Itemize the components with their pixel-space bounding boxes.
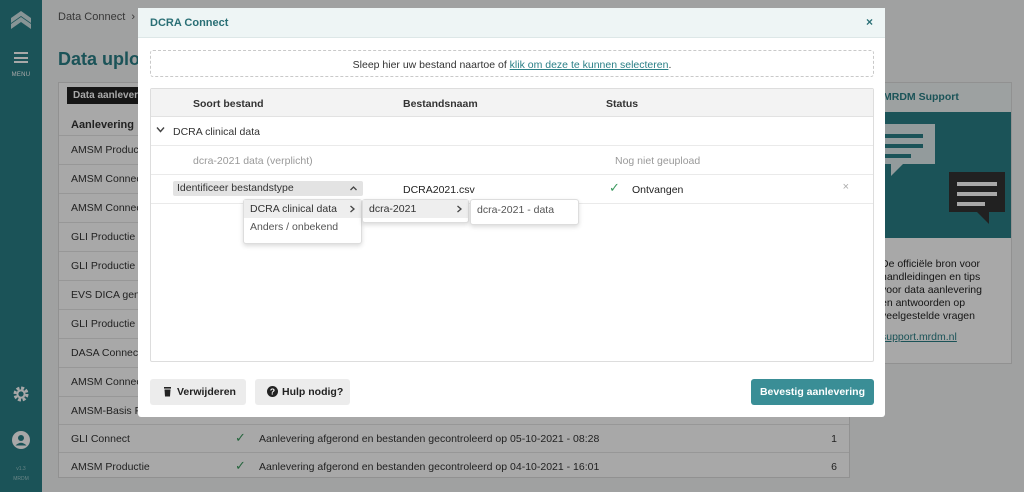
column-header-name: Bestandsnaam [403,98,478,110]
group-label: DCRA clinical data [173,126,260,138]
dropzone-text-end: . [668,59,672,71]
file-name: DCRA2021.csv [403,184,475,196]
question-icon: ? [267,386,278,397]
file-type-menu-level2: dcra-2021 [362,199,469,223]
remove-file-icon[interactable]: × [843,181,849,193]
group-row[interactable]: DCRA clinical data [151,117,873,146]
file-type-menu-level1: DCRA clinical data Anders / onbekend [243,199,362,244]
required-file-row: dcra-2021 data (verplicht) Nog niet geup… [151,146,873,175]
help-button[interactable]: ? Hulp nodig? [255,379,350,405]
column-header-status: Status [606,98,639,110]
dropzone-text: Sleep hier uw bestand naartoe of [352,59,510,71]
menu-item-dcra-2021[interactable]: dcra-2021 [363,200,468,218]
file-type-menu-level3: dcra-2021 - data [470,199,579,225]
upload-dialog: DCRA Connect × Sleep hier uw bestand naa… [138,8,885,417]
delete-button[interactable]: Verwijderen [150,379,246,405]
dialog-title: DCRA Connect [150,17,229,29]
close-icon[interactable]: × [866,15,873,29]
menu-item-label: dcra-2021 - data [477,204,555,216]
confirm-delivery-button[interactable]: Bevestig aanlevering [751,379,874,405]
menu-item-label: DCRA clinical data [250,203,337,215]
file-status: Ontvangen [632,184,684,196]
chevron-right-icon [350,205,355,213]
file-type-select-label: Identificeer bestandstype [177,182,294,194]
chevron-down-icon[interactable] [156,125,165,134]
chevron-up-icon [350,186,357,191]
column-header-type: Soort bestand [193,98,264,110]
file-table: Soort bestand Bestandsnaam Status DCRA c… [150,88,874,362]
required-file-label: dcra-2021 data (verplicht) [193,155,313,167]
menu-item-dcra-2021-data[interactable]: dcra-2021 - data [471,200,578,218]
check-icon: ✓ [609,180,620,195]
help-button-label: Hulp nodig? [282,386,344,398]
file-table-header: Soort bestand Bestandsnaam Status [151,89,873,117]
menu-item-dcra-clinical-data[interactable]: DCRA clinical data [244,200,361,218]
menu-item-anders-onbekend[interactable]: Anders / onbekend [244,218,361,236]
required-file-status: Nog niet geupload [615,155,701,167]
chevron-right-icon [457,205,462,213]
dialog-header: DCRA Connect × [138,8,885,38]
delete-button-label: Verwijderen [177,386,236,398]
file-type-select[interactable]: Identificeer bestandstype [173,181,363,196]
file-dropzone[interactable]: Sleep hier uw bestand naartoe of klik om… [150,50,874,77]
trash-icon [164,387,171,397]
menu-item-label: Anders / onbekend [250,221,339,233]
select-file-link[interactable]: klik om deze te kunnen selecteren [510,59,669,71]
svg-text:?: ? [270,387,275,397]
menu-item-label: dcra-2021 [369,203,417,215]
